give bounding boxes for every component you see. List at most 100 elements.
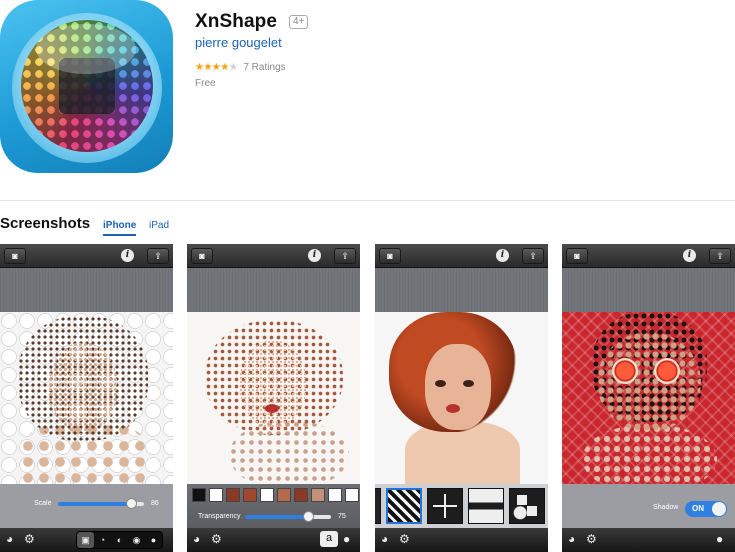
bottom-toolbar: ◕ ⚙ a ● bbox=[187, 528, 360, 552]
mouth-shape bbox=[265, 404, 279, 413]
info-icon: i bbox=[121, 249, 134, 262]
target-icon: ◉ bbox=[132, 535, 141, 545]
info-icon: i bbox=[308, 249, 321, 262]
swatch bbox=[226, 488, 240, 502]
control-panel bbox=[375, 484, 548, 528]
shapes-icon: ◕ bbox=[193, 532, 201, 546]
shape-face bbox=[48, 342, 118, 434]
shapes-icon: ◕ bbox=[6, 532, 14, 546]
swatch bbox=[311, 488, 325, 502]
photo-canvas bbox=[562, 312, 735, 484]
developer-link[interactable]: pierre gougelet bbox=[195, 35, 282, 50]
dot-icon: ● bbox=[716, 532, 724, 546]
screenshot-1[interactable]: ◙ i ⇪ Scale 86 ◕ ⚙ ▣ ◔ ◐ ◉ ● bbox=[0, 244, 173, 552]
transparency-slider bbox=[245, 511, 331, 522]
swatch bbox=[294, 488, 308, 502]
eye-shape bbox=[654, 358, 680, 384]
shape-face bbox=[425, 344, 491, 430]
mouth-shape bbox=[446, 404, 460, 413]
gear-icon: ⚙ bbox=[586, 532, 597, 546]
price-label: Free bbox=[195, 78, 216, 89]
pattern-hourglass bbox=[468, 488, 504, 524]
mode-segment: ▣ ◔ ◐ ◉ ● bbox=[76, 531, 163, 549]
swatch bbox=[209, 488, 223, 502]
bottom-toolbar: ◕ ⚙ bbox=[375, 528, 548, 552]
shape-face bbox=[239, 340, 307, 428]
bottom-toolbar: ◕ ⚙ ● bbox=[562, 528, 735, 552]
tab-iphone[interactable]: iPhone bbox=[103, 220, 137, 236]
info-icon: i bbox=[496, 249, 509, 262]
swatch bbox=[277, 488, 291, 502]
contrast-icon: ◐ bbox=[116, 535, 123, 545]
pattern-partial bbox=[375, 488, 381, 524]
texture-band bbox=[187, 268, 360, 312]
pattern-shapes-mix bbox=[509, 488, 545, 524]
camera-icon: ◙ bbox=[191, 248, 213, 264]
star-rating-icon: ★★★★★ bbox=[195, 62, 238, 73]
shadow-toggle: ON bbox=[685, 501, 727, 517]
font-icon: a bbox=[320, 531, 338, 547]
dot-icon: ● bbox=[150, 535, 157, 545]
shapes-icon: ◕ bbox=[381, 532, 389, 546]
gear-icon: ⚙ bbox=[211, 532, 222, 546]
color-swatches bbox=[192, 488, 359, 502]
control-panel: Scale 86 bbox=[0, 484, 173, 528]
slider-label: Transparency bbox=[198, 513, 241, 520]
toggle-state: ON bbox=[692, 504, 704, 513]
camera-icon: ◙ bbox=[4, 248, 26, 264]
eye-shape bbox=[612, 358, 638, 384]
shape-face bbox=[597, 332, 701, 432]
slider-label: Scale bbox=[34, 500, 52, 507]
camera-icon: ◙ bbox=[379, 248, 401, 264]
control-panel: Transparency 75 bbox=[187, 484, 360, 528]
share-icon: ⇪ bbox=[334, 248, 356, 264]
toggle-label: Shadow bbox=[653, 504, 679, 511]
frame-icon: ▣ bbox=[77, 532, 94, 548]
swatch bbox=[260, 488, 274, 502]
pattern-stripes bbox=[386, 488, 422, 524]
screenshot-3[interactable]: ◙ i ⇪ ◕ ⚙ bbox=[375, 244, 548, 552]
photo-canvas bbox=[375, 312, 548, 484]
screenshots-heading: Screenshots bbox=[0, 215, 91, 232]
share-icon: ⇪ bbox=[522, 248, 544, 264]
slider-value: 86 bbox=[151, 500, 159, 507]
gear-icon: ⚙ bbox=[399, 532, 410, 546]
swatch bbox=[243, 488, 257, 502]
shapes-icon: ◕ bbox=[568, 532, 576, 546]
share-icon: ⇪ bbox=[147, 248, 169, 264]
top-toolbar: ◙ i ⇪ bbox=[187, 244, 360, 268]
camera-icon: ◙ bbox=[566, 248, 588, 264]
info-icon: i bbox=[683, 249, 696, 262]
eye-shape bbox=[463, 380, 474, 387]
swatch bbox=[192, 488, 206, 502]
rating-row: ★★★★★ 7 Ratings bbox=[195, 62, 286, 73]
title-row: XnShape 4+ bbox=[195, 11, 309, 33]
ratings-count: 7 Ratings bbox=[243, 62, 286, 73]
screenshot-2[interactable]: ◙ i ⇪ Transparency 75 ◕ ⚙ a ● bbox=[187, 244, 360, 552]
dot-icon: ● bbox=[343, 532, 351, 546]
texture-band bbox=[375, 268, 548, 312]
tab-ipad[interactable]: iPad bbox=[149, 220, 169, 234]
pattern-plus bbox=[427, 488, 463, 524]
bottom-toolbar: ◕ ⚙ ▣ ◔ ◐ ◉ ● bbox=[0, 528, 173, 552]
photo-canvas bbox=[0, 312, 173, 484]
top-toolbar: ◙ i ⇪ bbox=[0, 244, 173, 268]
top-toolbar: ◙ i ⇪ bbox=[562, 244, 735, 268]
pattern-picker bbox=[375, 484, 548, 528]
scale-slider bbox=[58, 498, 144, 509]
eye-shape bbox=[435, 380, 446, 387]
age-rating-badge: 4+ bbox=[289, 15, 309, 29]
divider bbox=[0, 200, 735, 201]
timer-icon: ◔ bbox=[99, 535, 106, 545]
slider-value: 75 bbox=[338, 513, 346, 520]
swatch bbox=[345, 488, 359, 502]
screenshot-4[interactable]: ◙ i ⇪ Shadow ON ◕ ⚙ ● bbox=[562, 244, 735, 552]
app-title: XnShape bbox=[195, 11, 277, 32]
app-icon bbox=[0, 0, 173, 173]
share-icon: ⇪ bbox=[709, 248, 731, 264]
slider-thumb bbox=[126, 498, 137, 509]
swatch bbox=[328, 488, 342, 502]
photo-canvas bbox=[187, 312, 360, 484]
toggle-knob bbox=[712, 502, 726, 516]
slider-thumb bbox=[303, 511, 314, 522]
